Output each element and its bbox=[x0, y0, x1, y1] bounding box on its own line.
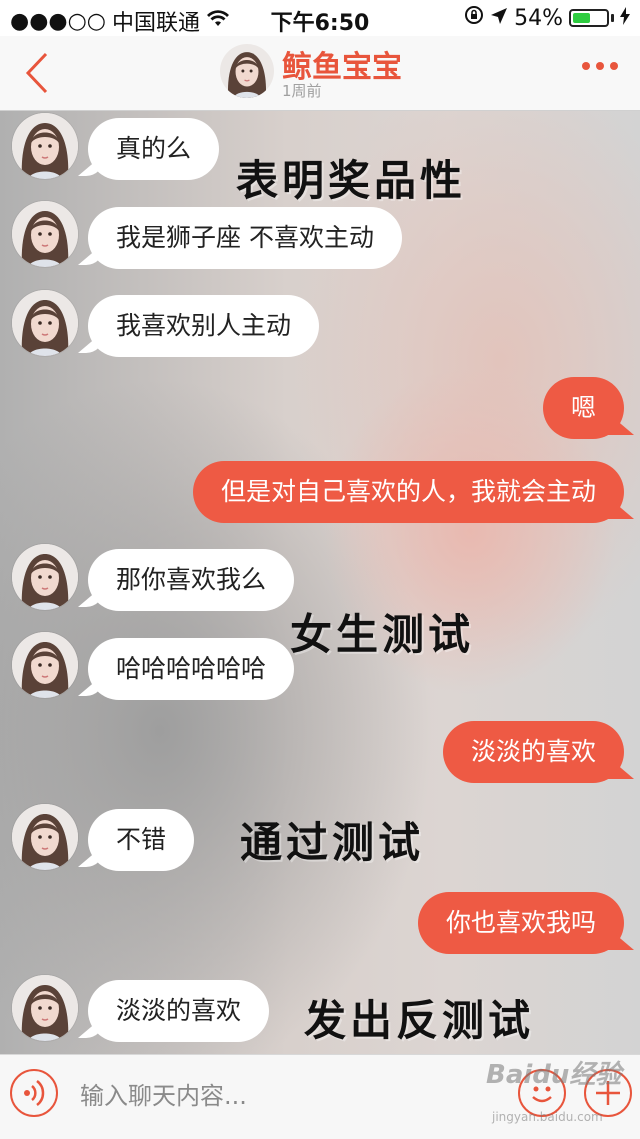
message-bubble-outgoing[interactable]: 嗯 bbox=[542, 377, 624, 439]
overlay-caption: 女生测试 bbox=[290, 610, 475, 659]
last-seen: 1周前 bbox=[282, 82, 322, 100]
overlay-caption: 表明奖品性 bbox=[236, 156, 467, 205]
sender-avatar[interactable] bbox=[12, 201, 78, 267]
more-options-button[interactable] bbox=[582, 62, 618, 70]
girl-portrait-icon bbox=[12, 201, 78, 267]
sender-avatar[interactable] bbox=[12, 804, 78, 870]
sender-avatar[interactable] bbox=[12, 113, 78, 179]
charging-icon bbox=[620, 6, 630, 31]
watermark-url: jingyan.baidu.com bbox=[492, 1110, 603, 1124]
contact-avatar[interactable] bbox=[220, 44, 274, 98]
message-bubble-incoming[interactable]: 我喜欢别人主动 bbox=[88, 295, 320, 357]
watermark-logo: Baidu经验 bbox=[486, 1060, 622, 1090]
girl-portrait-icon bbox=[12, 804, 78, 870]
sender-avatar[interactable] bbox=[12, 632, 78, 698]
sender-avatar[interactable] bbox=[12, 544, 78, 610]
girl-portrait-icon bbox=[12, 544, 78, 610]
chat-input[interactable] bbox=[78, 1071, 502, 1121]
rotation-lock-icon bbox=[464, 5, 484, 31]
chat-area[interactable]: 真的么 我是狮子座 不喜欢主动 我喜欢别人主动 嗯 但是对自己喜欢的人，我就会主… bbox=[0, 111, 640, 1054]
overlay-caption: 发出反测试 bbox=[304, 996, 535, 1045]
battery-percent: 54% bbox=[514, 5, 563, 31]
status-bar: ●●●○○ 中国联通 下午6:50 54% bbox=[0, 0, 640, 36]
sender-avatar[interactable] bbox=[12, 975, 78, 1041]
girl-portrait-icon bbox=[12, 975, 78, 1041]
girl-portrait-icon bbox=[220, 44, 274, 98]
chevron-left-icon bbox=[25, 52, 48, 94]
message-bubble-incoming[interactable]: 淡淡的喜欢 bbox=[88, 980, 270, 1042]
girl-portrait-icon bbox=[12, 632, 78, 698]
overlay-caption: 通过测试 bbox=[240, 818, 425, 867]
status-right: 54% bbox=[464, 5, 630, 31]
voice-icon bbox=[24, 1080, 45, 1106]
more-dot-icon bbox=[582, 62, 590, 70]
location-icon bbox=[490, 6, 508, 31]
sender-avatar[interactable] bbox=[12, 290, 78, 356]
more-dot-icon bbox=[610, 62, 618, 70]
message-bubble-incoming[interactable]: 哈哈哈哈哈哈 bbox=[88, 638, 295, 700]
girl-portrait-icon bbox=[12, 290, 78, 356]
more-dot-icon bbox=[596, 62, 604, 70]
nav-bar: 鲸鱼宝宝 1周前 bbox=[0, 36, 640, 111]
girl-portrait-icon bbox=[12, 113, 78, 179]
message-bubble-incoming[interactable]: 不错 bbox=[88, 809, 195, 871]
message-bubble-outgoing[interactable]: 淡淡的喜欢 bbox=[442, 721, 624, 783]
message-bubble-incoming[interactable]: 真的么 bbox=[88, 118, 220, 180]
message-bubble-outgoing[interactable]: 你也喜欢我吗 bbox=[417, 892, 624, 954]
battery-tip bbox=[611, 14, 614, 22]
back-button[interactable] bbox=[16, 46, 66, 96]
battery-icon bbox=[569, 9, 609, 27]
voice-button[interactable] bbox=[10, 1069, 58, 1117]
battery-fill bbox=[573, 13, 590, 23]
message-bubble-incoming[interactable]: 我是狮子座 不喜欢主动 bbox=[88, 207, 402, 269]
message-bubble-incoming[interactable]: 那你喜欢我么 bbox=[88, 549, 295, 611]
message-bubble-outgoing[interactable]: 但是对自己喜欢的人，我就会主动 bbox=[192, 461, 624, 523]
